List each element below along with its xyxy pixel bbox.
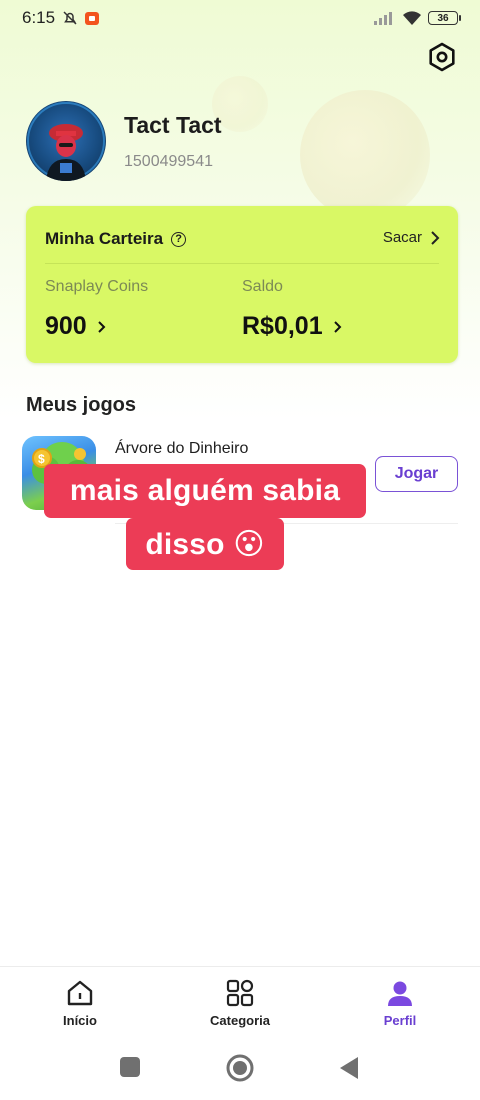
nav-label-profile: Perfil — [383, 1013, 417, 1028]
wallet-title: Minha Carteira ? — [45, 229, 187, 249]
divider — [45, 263, 439, 264]
hexagon-settings-icon — [429, 42, 455, 72]
settings-button[interactable] — [424, 40, 460, 74]
avatar-image — [27, 102, 105, 181]
svg-text:$: $ — [38, 452, 45, 466]
status-time: 6:15 — [22, 8, 56, 27]
nav-label-category: Categoria — [210, 1013, 270, 1028]
wifi-icon — [403, 11, 421, 25]
back-icon[interactable] — [338, 1056, 360, 1080]
nav-item-home[interactable]: Início — [30, 967, 130, 1037]
battery-icon: 36 — [428, 11, 461, 25]
chevron-right-icon — [431, 230, 440, 245]
signal-icon — [374, 12, 392, 25]
help-icon[interactable]: ? — [171, 231, 187, 247]
withdraw-label: Sacar — [382, 229, 422, 246]
battery-level: 36 — [437, 12, 449, 24]
person-icon — [388, 981, 412, 1006]
wallet-title-text: Minha Carteira — [45, 229, 164, 248]
home-icon — [67, 980, 93, 1006]
home-circle-icon[interactable] — [226, 1054, 254, 1082]
chevron-right-icon — [333, 320, 342, 333]
recording-icon — [85, 11, 100, 25]
wallet-card: Minha Carteira ? Sacar Snaplay Coins 900… — [26, 206, 458, 363]
section-title-my-games: Meus jogos — [26, 394, 137, 416]
bottom-nav: Início Categoria Perfil — [0, 966, 480, 1036]
caption-line-2: disso 😮 — [126, 518, 284, 570]
bell-off-icon — [63, 11, 77, 25]
system-nav-bar — [0, 1036, 480, 1100]
avatar[interactable] — [26, 101, 106, 181]
profile-name: Tact Tact — [124, 112, 222, 138]
recents-icon[interactable] — [119, 1056, 141, 1078]
coins-value: 900 — [45, 312, 87, 340]
profile-id: 1500499541 — [124, 153, 213, 170]
play-button[interactable]: Jogar — [375, 456, 458, 492]
status-right: 36 — [374, 10, 461, 26]
game-name: Árvore do Dinheiro — [115, 440, 249, 457]
caption-line-1: mais alguém sabia — [44, 464, 366, 518]
balance-value-button[interactable]: R$0,01 — [242, 312, 343, 341]
grid-icon — [226, 979, 254, 1007]
coins-label: Snaplay Coins — [45, 278, 149, 295]
coins-value-button[interactable]: 900 — [45, 312, 107, 341]
status-bar: 6:15 36 — [0, 0, 480, 36]
balance-label: Saldo — [242, 278, 283, 295]
balance-value: R$0,01 — [242, 312, 323, 340]
withdraw-button[interactable]: Sacar — [383, 229, 440, 246]
chevron-right-icon — [98, 320, 106, 333]
coin-decoration — [300, 90, 430, 220]
nav-item-category[interactable]: Categoria — [190, 967, 290, 1037]
nav-label-home: Início — [63, 1013, 97, 1028]
nav-item-profile[interactable]: Perfil — [350, 967, 450, 1037]
